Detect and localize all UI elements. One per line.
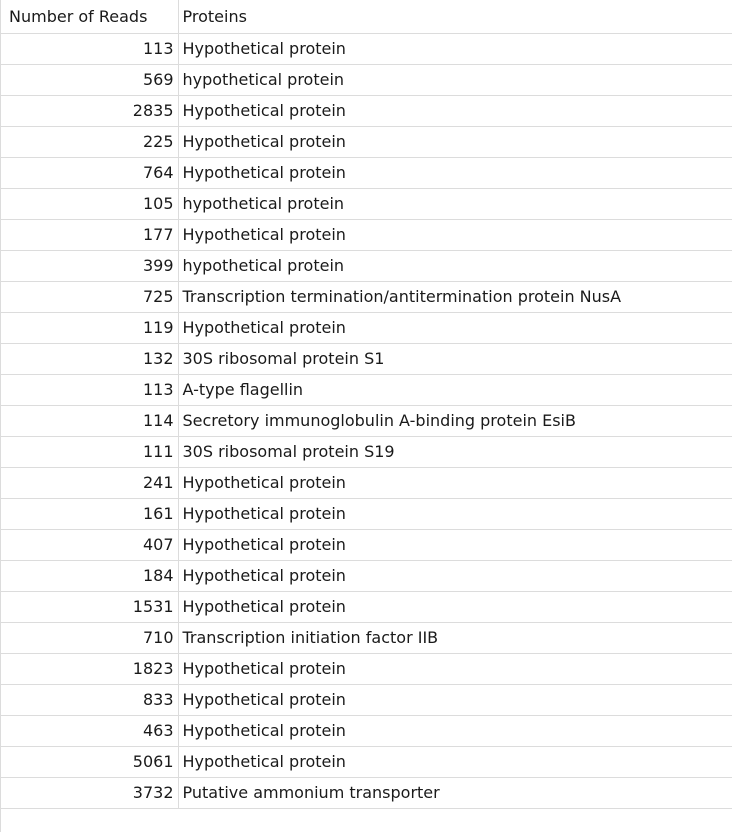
- reads-cell[interactable]: 569: [0, 64, 179, 96]
- table-row: 177 Hypothetical protein: [0, 219, 732, 251]
- table-row: 1823 Hypothetical protein: [0, 653, 732, 685]
- table-row: 833 Hypothetical protein: [0, 684, 732, 716]
- table-row: 113 A-type flagellin: [0, 374, 732, 406]
- table-row: 111 30S ribosomal protein S19: [0, 436, 732, 468]
- table-row: 710 Transcription initiation factor IIB: [0, 622, 732, 654]
- reads-cell[interactable]: 241: [0, 467, 179, 499]
- table-row: 113 Hypothetical protein: [0, 33, 732, 65]
- protein-cell[interactable]: Hypothetical protein: [178, 219, 732, 251]
- table-row: 225 Hypothetical protein: [0, 126, 732, 158]
- protein-cell[interactable]: Hypothetical protein: [178, 157, 732, 189]
- reads-cell[interactable]: 114: [0, 405, 179, 437]
- reads-cell[interactable]: 132: [0, 343, 179, 375]
- reads-cell[interactable]: 105: [0, 188, 179, 220]
- protein-cell[interactable]: Hypothetical protein: [178, 126, 732, 158]
- protein-cell[interactable]: Hypothetical protein: [178, 312, 732, 344]
- table-row: 119 Hypothetical protein: [0, 312, 732, 344]
- header-proteins[interactable]: Proteins: [178, 0, 732, 34]
- protein-cell[interactable]: Putative ammonium transporter: [178, 777, 732, 809]
- table-row: 241 Hypothetical protein: [0, 467, 732, 499]
- reads-cell[interactable]: 399: [0, 250, 179, 282]
- protein-cell[interactable]: A-type flagellin: [178, 374, 732, 406]
- reads-cell[interactable]: 1823: [0, 653, 179, 685]
- table-row: 1531 Hypothetical protein: [0, 591, 732, 623]
- table-row: 407 Hypothetical protein: [0, 529, 732, 561]
- reads-cell[interactable]: 710: [0, 622, 179, 654]
- reads-cell[interactable]: 161: [0, 498, 179, 530]
- reads-cell[interactable]: 407: [0, 529, 179, 561]
- table-row: 132 30S ribosomal protein S1: [0, 343, 732, 375]
- left-gridline: [0, 0, 1, 832]
- protein-cell[interactable]: Hypothetical protein: [178, 684, 732, 716]
- reads-cell[interactable]: 833: [0, 684, 179, 716]
- reads-cell[interactable]: 225: [0, 126, 179, 158]
- reads-cell[interactable]: 463: [0, 715, 179, 747]
- protein-cell[interactable]: hypothetical protein: [178, 250, 732, 282]
- reads-cell[interactable]: 5061: [0, 746, 179, 778]
- table-row: 114 Secretory immunoglobulin A-binding pr…: [0, 405, 732, 437]
- table-row: 569 hypothetical protein: [0, 64, 732, 96]
- reads-cell[interactable]: 113: [0, 33, 179, 65]
- protein-cell[interactable]: Hypothetical protein: [178, 560, 732, 592]
- reads-cell[interactable]: 725: [0, 281, 179, 313]
- table-row: 2835 Hypothetical protein: [0, 95, 732, 127]
- protein-cell[interactable]: hypothetical protein: [178, 188, 732, 220]
- table-row: 399 hypothetical protein: [0, 250, 732, 282]
- table-row: 105 hypothetical protein: [0, 188, 732, 220]
- protein-cell[interactable]: Hypothetical protein: [178, 529, 732, 561]
- reads-cell[interactable]: 764: [0, 157, 179, 189]
- reads-cell[interactable]: 177: [0, 219, 179, 251]
- reads-cell[interactable]: 1531: [0, 591, 179, 623]
- table-row: 161 Hypothetical protein: [0, 498, 732, 530]
- table-row: 463 Hypothetical protein: [0, 715, 732, 747]
- reads-cell[interactable]: 113: [0, 374, 179, 406]
- protein-cell[interactable]: Hypothetical protein: [178, 95, 732, 127]
- protein-cell[interactable]: Hypothetical protein: [178, 467, 732, 499]
- protein-cell[interactable]: Hypothetical protein: [178, 746, 732, 778]
- protein-cell[interactable]: Hypothetical protein: [178, 498, 732, 530]
- protein-cell[interactable]: Transcription termination/antiterminatio…: [178, 281, 732, 313]
- protein-cell[interactable]: Hypothetical protein: [178, 653, 732, 685]
- protein-cell[interactable]: 30S ribosomal protein S19: [178, 436, 732, 468]
- protein-cell[interactable]: 30S ribosomal protein S1: [178, 343, 732, 375]
- data-grid: Number of Reads Proteins 113 Hypothetical…: [0, 0, 732, 809]
- reads-cell[interactable]: 2835: [0, 95, 179, 127]
- header-row: Number of Reads Proteins: [0, 0, 732, 34]
- table-row: 3732 Putative ammonium transporter: [0, 777, 732, 809]
- protein-cell[interactable]: Secretory immunoglobulin A-binding prote…: [178, 405, 732, 437]
- table-row: 725 Transcription termination/antitermina…: [0, 281, 732, 313]
- spreadsheet: Number of Reads Proteins 113 Hypothetical…: [0, 0, 732, 832]
- protein-cell[interactable]: Transcription initiation factor IIB: [178, 622, 732, 654]
- table-row: 184 Hypothetical protein: [0, 560, 732, 592]
- protein-cell[interactable]: Hypothetical protein: [178, 591, 732, 623]
- header-number-of-reads[interactable]: Number of Reads: [0, 0, 179, 34]
- reads-cell[interactable]: 184: [0, 560, 179, 592]
- reads-cell[interactable]: 3732: [0, 777, 179, 809]
- protein-cell[interactable]: Hypothetical protein: [178, 33, 732, 65]
- protein-cell[interactable]: Hypothetical protein: [178, 715, 732, 747]
- table-row: 764 Hypothetical protein: [0, 157, 732, 189]
- reads-cell[interactable]: 111: [0, 436, 179, 468]
- reads-cell[interactable]: 119: [0, 312, 179, 344]
- protein-cell[interactable]: hypothetical protein: [178, 64, 732, 96]
- table-row: 5061 Hypothetical protein: [0, 746, 732, 778]
